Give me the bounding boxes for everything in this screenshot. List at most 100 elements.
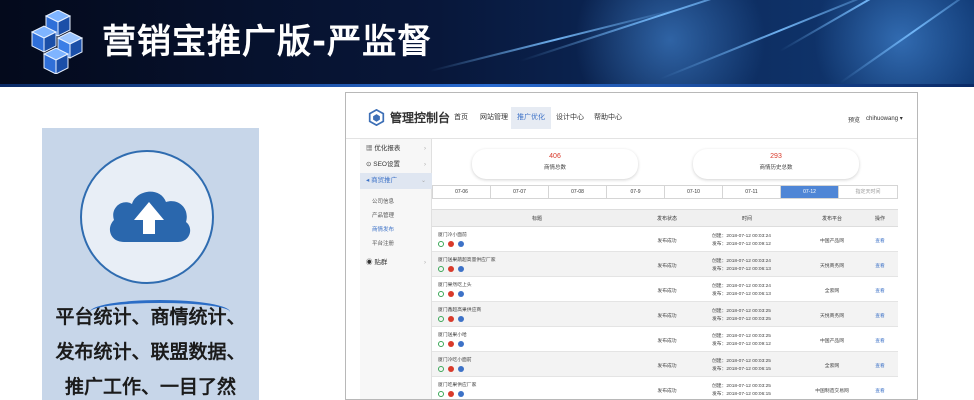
row-published: 发布：2018-07-12 00:03:25 — [712, 317, 771, 322]
row-title[interactable]: 厦门果然吃上头 — [438, 281, 472, 288]
date-tab[interactable]: 07-06 — [433, 186, 491, 198]
row-created: 创建：2018-07-12 00:03:25 — [712, 384, 771, 389]
view-link[interactable]: 查看 — [862, 237, 898, 244]
row-title[interactable]: 厦门吃果供应厂家 — [438, 381, 476, 388]
row-title[interactable]: 厦门冷吃小面前 — [438, 356, 472, 363]
sidebar: ▦ 优化报表 › ⊙ SEO设置 › ◂ 商贸推广 ⌄ 公司信息 产品管理 商情发布 … — [360, 139, 432, 399]
refresh-icon[interactable] — [438, 266, 444, 272]
sidebar-item-label: SEO设置 — [373, 161, 400, 168]
view-link[interactable]: 查看 — [862, 387, 898, 394]
baidu-icon[interactable] — [458, 341, 464, 347]
table-header: 标题 发布状态 时间 发布平台 操作 — [432, 209, 898, 227]
refresh-icon[interactable] — [438, 316, 444, 322]
refresh-icon[interactable] — [438, 341, 444, 347]
row-published: 发布：2018-07-12 00:06:13 — [712, 292, 771, 297]
date-tab-active[interactable]: 07-12 — [781, 186, 839, 198]
baidu-icon[interactable] — [458, 391, 464, 397]
row-status: 发布成功 — [657, 314, 677, 319]
stat-card-total: 406 商情总数 — [472, 149, 638, 179]
view-link[interactable]: 查看 — [862, 262, 898, 269]
row-icons — [438, 266, 468, 273]
sidebar-item-groups[interactable]: ◉ 贴群 › — [360, 255, 432, 271]
user-menu[interactable]: chihuowang ▾ — [866, 115, 903, 122]
sidebar-item-label: 优化报表 — [374, 145, 401, 152]
weibo-icon[interactable] — [448, 291, 454, 297]
baidu-icon[interactable] — [458, 291, 464, 297]
table-row: 厦门送果小哈发布成功 创建：2018-07-12 00:03:25 发布：2018-… — [432, 327, 898, 352]
sidebar-item-seo[interactable]: ⊙ SEO设置 › — [360, 157, 432, 173]
sidebar-item-promotion[interactable]: ◂ 商贸推广 ⌄ — [360, 173, 432, 189]
row-created: 创建：2018-07-12 00:03:25 — [712, 309, 771, 314]
column-header: 操作 — [874, 216, 885, 222]
refresh-icon[interactable] — [438, 291, 444, 297]
sidebar-subitem-publish[interactable]: 商情发布 — [372, 225, 394, 233]
view-link[interactable]: 查看 — [862, 287, 898, 294]
nav-home[interactable]: 首页 — [448, 107, 474, 129]
stat-value: 406 — [549, 153, 561, 160]
column-header: 发布状态 — [656, 216, 677, 222]
weibo-icon[interactable] — [448, 366, 454, 372]
row-created: 创建：2018-07-12 00:03:25 — [712, 334, 771, 339]
row-platform: 全索网 — [824, 364, 840, 369]
row-status: 发布成功 — [657, 364, 677, 369]
row-status: 发布成功 — [657, 264, 677, 269]
decorative-curve — [90, 300, 230, 324]
row-platform: 全索网 — [824, 289, 840, 294]
feature-line: 发布统计、联盟数据、 — [55, 341, 246, 363]
row-icons — [438, 241, 468, 248]
view-link[interactable]: 查看 — [862, 362, 898, 369]
sidebar-subitem-register[interactable]: 平台注册 — [372, 239, 394, 247]
sidebar-item-label: 贴群 — [374, 259, 388, 266]
refresh-icon[interactable] — [438, 366, 444, 372]
row-published: 发布：2018-07-12 00:09:12 — [712, 342, 771, 347]
table-row: 厦门冷吃小面前 发布成功 创建：2018-07-12 00:03:25 发布：2018… — [432, 352, 898, 377]
table-row: 厦门吃果供应厂家 发布成功 创建：2018-07-12 00:03:25 发布：201… — [432, 377, 898, 399]
chevron-right-icon: › — [424, 162, 426, 168]
baidu-icon[interactable] — [458, 241, 464, 247]
nav-site-management[interactable]: 网站管理 — [474, 107, 514, 129]
weibo-icon[interactable] — [448, 316, 454, 322]
console-title: 管理控制台 — [390, 111, 451, 125]
date-tab[interactable]: 07-11 — [723, 186, 781, 198]
preview-link[interactable]: 预览 — [848, 115, 860, 124]
baidu-icon[interactable] — [458, 316, 464, 322]
table-row: 厦门鑫超高果供应商发布成功 创建：2018-07-12 00:03:25 发布：20… — [432, 302, 898, 327]
date-tab[interactable]: 07-07 — [491, 186, 549, 198]
sidebar-subitem-company[interactable]: 公司信息 — [372, 197, 394, 205]
nav-help-center[interactable]: 帮助中心 — [588, 107, 628, 129]
view-link[interactable]: 查看 — [862, 337, 898, 344]
view-link[interactable]: 查看 — [862, 312, 898, 319]
row-title[interactable]: 厦门鑫超高果供应商 — [438, 306, 481, 313]
console-screenshot: 管理控制台 首页 网站管理 推广优化 设计中心 帮助中心 预览 chihuowa… — [345, 92, 918, 400]
row-status: 发布成功 — [657, 339, 677, 344]
date-tab[interactable]: 07-9 — [607, 186, 665, 198]
row-title[interactable]: 厦门冷小面前 — [438, 231, 467, 238]
row-icons — [438, 366, 468, 373]
sidebar-subitem-products[interactable]: 产品管理 — [372, 211, 394, 219]
row-title[interactable]: 厦门送果小哈 — [438, 331, 467, 338]
baidu-icon[interactable] — [458, 366, 464, 372]
date-tab[interactable]: 07-10 — [665, 186, 723, 198]
row-platform: 中国产品网 — [820, 239, 844, 244]
weibo-icon[interactable] — [448, 391, 454, 397]
row-platform: 中国制造交易网 — [815, 389, 849, 394]
row-title[interactable]: 厦门送果蔬超高量供应厂家 — [438, 256, 496, 263]
nav-promotion[interactable]: 推广优化 — [511, 107, 551, 129]
baidu-icon[interactable] — [458, 266, 464, 272]
refresh-icon[interactable] — [438, 391, 444, 397]
row-status: 发布成功 — [657, 239, 677, 244]
date-tab-bar: 07-06 07-07 07-08 07-9 07-10 07-11 07-12… — [432, 185, 898, 199]
date-tab[interactable]: 07-08 — [549, 186, 607, 198]
row-icons — [438, 316, 468, 323]
banner-divider — [0, 84, 974, 87]
chevron-right-icon: › — [424, 260, 426, 266]
table-row: 厦门果然吃上头 发布成功 创建：2018-07-12 00:03:24 发布：2018… — [432, 277, 898, 302]
custom-date-button[interactable]: 指定天时间 — [839, 186, 897, 198]
sidebar-item-reports[interactable]: ▦ 优化报表 › — [360, 141, 432, 157]
weibo-icon[interactable] — [448, 266, 454, 272]
refresh-icon[interactable] — [438, 241, 444, 247]
weibo-icon[interactable] — [448, 341, 454, 347]
nav-design-center[interactable]: 设计中心 — [550, 107, 590, 129]
weibo-icon[interactable] — [448, 241, 454, 247]
row-platform: 中国产品网 — [820, 339, 844, 344]
